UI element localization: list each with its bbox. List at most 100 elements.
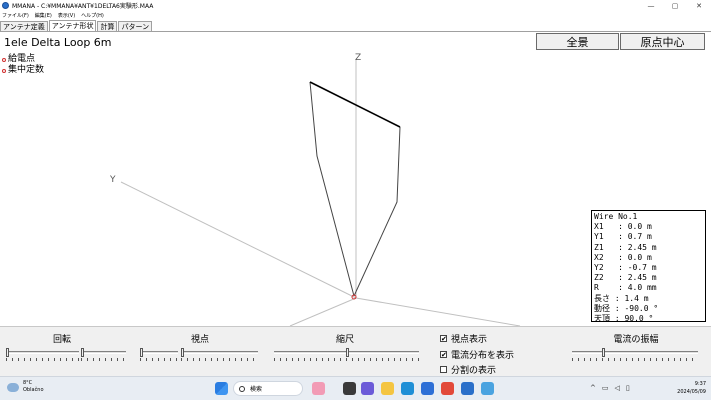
app-icon <box>2 2 9 9</box>
menu-bar: ファイル(F) 編集(E) 表示(V) ヘルプ(H) <box>0 11 711 20</box>
wire-info-line: Wire No.1 <box>594 212 638 221</box>
wire-info-line: X1 : 0.0 m <box>594 222 652 232</box>
negative-y-axis-line <box>289 297 357 326</box>
viewpoint-slider-left[interactable] <box>140 348 178 362</box>
show-segments-checkbox[interactable] <box>440 366 447 373</box>
battery-icon[interactable]: ▯ <box>626 384 630 392</box>
file-explorer-icon[interactable] <box>381 382 394 395</box>
scale-slider[interactable] <box>274 348 419 362</box>
legend-lumped-constant-label: 集中定数 <box>8 65 45 75</box>
chrome-icon[interactable] <box>441 382 454 395</box>
chevron-up-icon[interactable]: ^ <box>590 384 596 392</box>
close-icon[interactable]: ✕ <box>687 0 711 11</box>
wire-info-line: Z1 : 2.45 m <box>594 242 657 252</box>
wire-left <box>309 81 355 297</box>
taskbar: 8°C Oblačno 検索 ^ ▭ ◁ ▯ 9:37 2024/05/09 <box>0 376 711 400</box>
rotation-label: 回転 <box>52 335 71 345</box>
minimize-icon[interactable]: — <box>639 0 663 11</box>
wire-info-panel: Wire No.1 X1 : 0.0 m Y1 : 0.7 m Z1 : 2.45 m… <box>591 210 706 324</box>
weather-temp: 8°C <box>23 380 33 386</box>
mmana-taskbar-icon[interactable] <box>461 382 474 395</box>
wire-info-line: R : 4.0 mm <box>594 283 657 293</box>
cloud-icon <box>7 382 19 392</box>
y-axis-line <box>120 181 357 299</box>
tab-antenna-definition[interactable]: アンテナ定義 <box>0 21 48 31</box>
show-current-checkbox-row[interactable]: ✔ 電流分布を表示 <box>440 348 514 361</box>
maximize-icon[interactable]: ▢ <box>663 0 687 11</box>
slider-thumb[interactable] <box>602 348 605 357</box>
overview-button[interactable]: 全景 <box>536 33 619 50</box>
antenna-title: 1ele Delta Loop 6m <box>4 36 112 49</box>
slider-thumb[interactable] <box>140 348 143 357</box>
clock[interactable]: 9:37 2024/05/09 <box>672 380 706 396</box>
wire-top-selected[interactable] <box>309 81 401 128</box>
show-current-checkbox[interactable]: ✔ <box>440 351 447 359</box>
show-viewpoint-checkbox[interactable]: ✔ <box>440 335 447 343</box>
antenna-3d-view[interactable]: 給電点 集中定数 Z Y Wire No.1 X1 : 0.0 m Y1 : 0.7… <box>0 52 711 326</box>
legend-feed-point-label: 給電点 <box>8 54 36 64</box>
store-icon[interactable] <box>421 382 434 395</box>
slider-thumb[interactable] <box>81 348 84 357</box>
wire-info-line: 長さ : 1.4 m <box>594 293 649 303</box>
viewpoint-slider-right[interactable] <box>181 348 258 362</box>
feed-point-icon <box>2 57 6 62</box>
search-placeholder: 検索 <box>250 386 263 393</box>
window-title: MMANA - C:¥MMANA¥ANT¥1DELTA6実験形.MAA <box>12 3 154 10</box>
task-view-icon[interactable] <box>343 382 356 395</box>
show-segments-checkbox-row[interactable]: 分割の表示 <box>440 363 496 376</box>
volume-icon[interactable]: ◁ <box>615 384 620 392</box>
search-icon <box>239 385 245 392</box>
rotation-slider-right[interactable] <box>81 348 126 362</box>
tab-antenna-shape[interactable]: アンテナ形状 <box>48 20 97 31</box>
wire-right <box>353 126 401 297</box>
app-window: MMANA - C:¥MMANA¥ANT¥1DELTA6実験形.MAA — ▢ … <box>0 0 711 400</box>
wire-info-line: Y1 : 0.7 m <box>594 232 652 242</box>
slider-thumb[interactable] <box>181 348 184 357</box>
tab-calculation[interactable]: 計算 <box>97 21 118 31</box>
flower-widget-icon[interactable] <box>312 382 325 395</box>
current-amplitude-label: 電流の振幅 <box>613 335 659 345</box>
start-icon[interactable] <box>215 382 228 395</box>
legend: 給電点 集中定数 <box>2 54 44 76</box>
show-current-label: 電流分布を表示 <box>451 351 515 361</box>
weather-widget[interactable]: 8°C Oblačno <box>7 380 44 394</box>
taskbar-search[interactable]: 検索 <box>233 381 303 396</box>
x-axis-line <box>355 297 521 326</box>
wire-info-line: 天頂 : 90.0 ° <box>594 314 654 324</box>
show-viewpoint-checkbox-row[interactable]: ✔ 視点表示 <box>440 332 487 345</box>
show-segments-label: 分割の表示 <box>451 366 497 376</box>
menu-help[interactable]: ヘルプ(H) <box>81 12 104 19</box>
wire-info-line: Z2 : 2.45 m <box>594 273 657 283</box>
wire-info-line: 動径 : -90.0 ° <box>594 303 659 313</box>
scale-label: 縮尺 <box>335 335 354 345</box>
y-axis-label: Y <box>110 175 116 185</box>
slider-thumb[interactable] <box>6 348 9 357</box>
lumped-constant-icon <box>2 68 6 73</box>
legend-lumped-constant: 集中定数 <box>2 65 44 76</box>
menu-file[interactable]: ファイル(F) <box>2 12 29 19</box>
clock-date: 2024/05/09 <box>677 389 706 395</box>
chat-icon[interactable] <box>361 382 374 395</box>
control-panel: 回転 視点 縮尺 ✔ 視点表示 ✔ 電流分布を表示 分割の表示 電流の振幅 <box>0 326 711 376</box>
network-icon[interactable]: ▭ <box>602 384 609 392</box>
show-viewpoint-label: 視点表示 <box>451 335 488 345</box>
app-taskbar-icon[interactable] <box>481 382 494 395</box>
origin-center-button[interactable]: 原点中心 <box>620 33 705 50</box>
tab-pattern[interactable]: パターン <box>118 21 153 31</box>
slider-thumb[interactable] <box>346 348 349 357</box>
title-bar: MMANA - C:¥MMANA¥ANT¥1DELTA6実験形.MAA — ▢ … <box>0 0 711 11</box>
menu-view[interactable]: 表示(V) <box>58 12 75 19</box>
view-header: 1ele Delta Loop 6m 全景 原点中心 <box>0 32 711 52</box>
menu-edit[interactable]: 編集(E) <box>35 12 52 19</box>
legend-feed-point: 給電点 <box>2 54 44 65</box>
rotation-slider-left[interactable] <box>6 348 79 362</box>
edge-icon[interactable] <box>401 382 414 395</box>
wire-info-line: X2 : 0.0 m <box>594 252 652 262</box>
weather-desc: Oblačno <box>23 387 44 393</box>
z-axis-label: Z <box>355 53 362 63</box>
tab-bar: アンテナ定義 アンテナ形状 計算 パターン <box>0 20 711 32</box>
current-amplitude-slider[interactable] <box>572 348 698 362</box>
wire-info-line: Y2 : -0.7 m <box>594 263 657 273</box>
viewpoint-label: 視点 <box>190 335 209 345</box>
clock-time: 9:37 <box>694 381 706 387</box>
